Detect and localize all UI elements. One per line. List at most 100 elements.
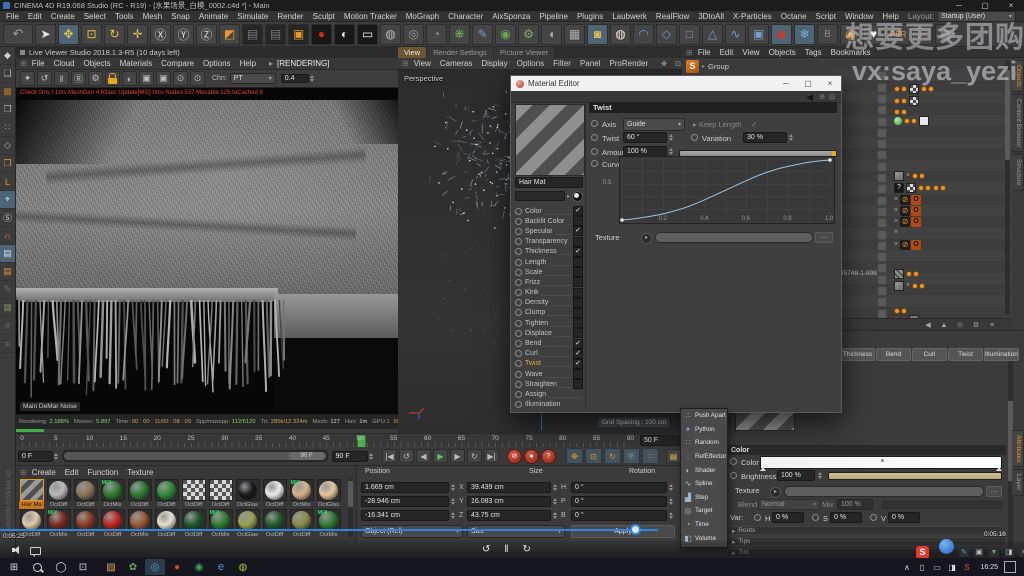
lv-tool-ball[interactable]: ◐ [122,71,137,86]
toolbar-scale[interactable]: ⊡ [81,24,102,45]
om-menu-view[interactable]: View [742,48,759,57]
channel-curl[interactable]: Curl✓ [515,349,583,359]
menu-laubwerk[interactable]: Laubwerk [612,12,647,21]
white-texture-tag-icon[interactable] [919,116,929,126]
me-close-button[interactable]: × [819,79,841,88]
brightness-slider[interactable] [828,472,1002,480]
mode-object-mode[interactable]: ❒ [0,101,15,119]
toolbar-octane-ball[interactable]: ● [311,24,332,45]
lv-tool-pick2[interactable]: ⊙ [190,71,205,86]
mode-polygons-mode[interactable]: ❒ [0,155,15,173]
menu-pipeline[interactable]: Pipeline [539,12,567,21]
toolbar-spline-arc[interactable]: ◠ [633,24,654,45]
key-parameter[interactable]: Ⓟ [623,448,640,464]
render-view[interactable]: Check 0ms / 1ms MeshGen 4.63sec Update[M… [16,88,398,414]
object-manager-scrollbar[interactable] [1005,60,1010,315]
lv-tool-refresh[interactable]: ↺ [37,71,52,86]
channel-backlit-color[interactable]: Backlit Color [515,216,583,226]
lv-menu-compare[interactable]: Compare [161,59,194,68]
toolbar-select[interactable]: ➤ [35,24,56,45]
tray-tray-sogou[interactable]: S [960,559,973,575]
start-frame-field[interactable]: 0 F [18,451,53,462]
transport-prev-frame[interactable]: ◀ [416,449,431,463]
mode-model-mode[interactable]: ❑ [0,65,15,83]
toolbar-render-settings[interactable]: ▣ [288,24,309,45]
toolbar-weave[interactable]: ▦ [564,24,585,45]
taskbar-app-app-olive[interactable]: ◍ [233,559,253,575]
gradient-knot[interactable] [996,467,1002,471]
toolbar-workplane[interactable]: ◩ [219,24,240,45]
menu-aixsponza[interactable]: AixSponza [492,12,530,21]
lv-tool-lock[interactable] [105,71,120,86]
player-progress-bar[interactable] [0,529,658,531]
transport-go-start[interactable]: |◀ [382,449,397,463]
toolbar-bold-b[interactable]: B [817,24,838,45]
menu-snap[interactable]: Snap [171,12,190,21]
current-frame-field[interactable]: 50 F [640,435,680,446]
channel-thickness[interactable]: Thickness✓ [515,247,583,257]
rewind-button[interactable]: ↺ [482,544,490,555]
toolbar-cube-primitive[interactable]: □ [679,24,700,45]
menu-realflow[interactable]: RealFlow [656,12,689,21]
variation-field[interactable]: 30 % [743,132,787,143]
lv-tool-clay[interactable]: ▣ [139,71,154,86]
channel-frizz[interactable]: Frizz [515,277,583,287]
menu-x-particles[interactable]: X-Particles [733,12,772,21]
effector-step[interactable]: ▟Step [681,491,727,505]
x-tag-icon[interactable]: × [894,241,898,248]
visibility-toggle[interactable] [877,252,887,262]
texture-expand-icon[interactable]: ▸ [770,486,781,498]
hair-tab-curl[interactable]: Curl [912,348,947,361]
twist-curve-graph[interactable]: 0.20.40.60.81.0 [619,156,835,224]
toolbar-snowflake[interactable]: ❄ [794,24,815,45]
preview-size-field[interactable] [515,191,565,201]
panel-tab-layer[interactable]: Layer [1012,469,1024,495]
menu-tools[interactable]: Tools [115,12,134,21]
menu-edit[interactable]: Edit [28,12,42,21]
octane-tag-dots-icon[interactable] [894,98,907,104]
texture-expand-button[interactable]: ▸ [641,232,652,244]
x-tag-icon[interactable]: × [894,229,898,236]
task-view-icon[interactable]: ⊡ [73,559,93,575]
toolbar-render-picture[interactable]: ▤ [265,24,286,45]
material-octdiff[interactable]: OctDiff [72,479,99,509]
toolbar-ring[interactable]: ◎ [403,24,424,45]
gradient-knot[interactable] [760,467,766,471]
material-octmix[interactable]: MIXOctMix [288,479,315,509]
channel-scale[interactable]: Scale [515,267,583,277]
toolbar-gear[interactable]: ⚙ [518,24,539,45]
channel-color[interactable]: Color✓ [515,206,583,216]
channel-assign[interactable]: Assign [515,389,583,399]
lv-tool-star[interactable]: ✦ [20,71,35,86]
var-s-field[interactable]: 0 % [830,512,862,523]
toolbar-octane-pill[interactable]: ▭ [357,24,378,45]
panel-tab-structure[interactable]: Structure [1012,154,1024,190]
material-octdiff[interactable]: OctDiff [288,509,315,539]
channel-tighten[interactable]: Tighten [515,318,583,328]
menu-mesh[interactable]: Mesh [143,12,163,21]
rotation-h-field[interactable]: 0 ° [571,482,667,493]
menu-file[interactable]: File [6,12,19,21]
menu-create[interactable]: Create [51,12,75,21]
menu-overflow-icon[interactable]: ▸ [269,59,273,68]
key-rotation[interactable]: ↻ [604,448,621,464]
mode-viewport-pan[interactable]: ⌖ [0,191,15,209]
axis-dropdown[interactable]: Guide▾ [623,118,685,131]
transport-play[interactable]: ▶ [433,449,448,463]
menu-octane[interactable]: Octane [781,12,807,21]
transport-next-frame[interactable]: ▶ [450,449,465,463]
taskbar-app-explorer[interactable]: ▨ [101,559,121,575]
effector-push-apart[interactable]: ∴Push Apart [681,409,727,423]
lv-tool-settings[interactable]: ⚙ [88,71,103,86]
question-texture-tag-icon[interactable]: ? [894,183,904,193]
end-frame-field[interactable]: 90 F [332,451,368,462]
viewport-menu-prorender[interactable]: ProRender [609,59,648,68]
var-h-field[interactable]: 0 % [772,512,804,523]
transport-loop-b[interactable]: ↻ [467,449,482,463]
lock-icon[interactable]: ⊝ [819,93,825,101]
panel-tab-attributes[interactable]: Attributes [1012,430,1024,467]
toolbar-spline-wave[interactable]: ∿ [725,24,746,45]
toolbar-shell[interactable]: ◖ [541,24,562,45]
mode-plane-disabled[interactable]: ▦ [0,299,15,317]
record-key-help[interactable]: ? [541,449,556,464]
